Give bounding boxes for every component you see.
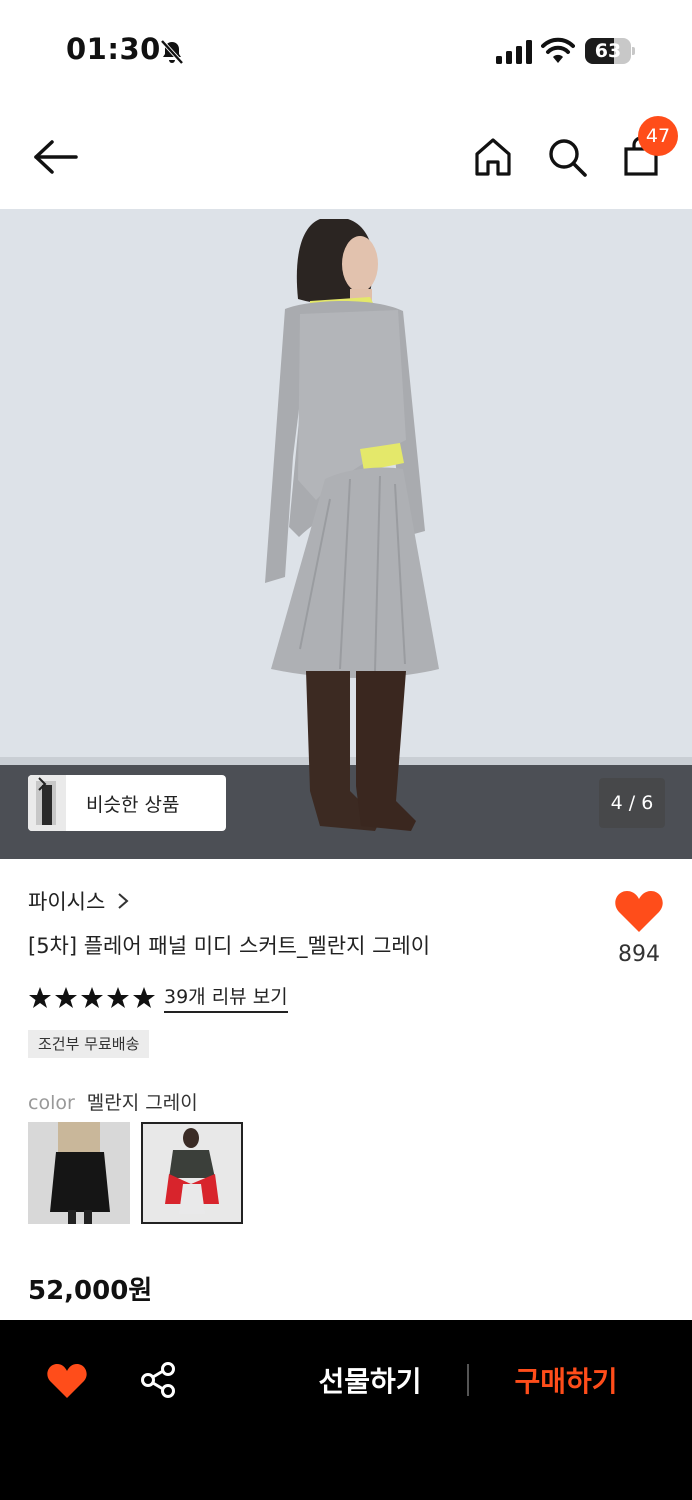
similar-products-label: 비슷한 상품 <box>86 793 180 816</box>
brand-link[interactable]: 파이시스 <box>28 886 129 916</box>
view-reviews-link[interactable]: 39개 리뷰 보기 <box>164 982 288 1013</box>
image-page-counter: 4 / 6 <box>599 778 665 828</box>
top-nav: 47 <box>0 110 692 208</box>
price: 52,000원 <box>28 1276 153 1306</box>
star-icon <box>81 986 103 1008</box>
star-icon <box>107 986 129 1008</box>
color-swatch-black[interactable] <box>28 1122 130 1224</box>
product-title: [5차] 플레어 패널 미디 스커트_멜란지 그레이 <box>28 934 431 958</box>
rating-row: 39개 리뷰 보기 <box>28 982 288 1013</box>
star-icon <box>29 986 51 1008</box>
color-label: color <box>28 1092 75 1114</box>
battery-percent: 63 <box>594 40 622 62</box>
search-icon[interactable] <box>546 136 588 178</box>
divider <box>467 1364 469 1396</box>
heart-icon[interactable] <box>614 890 664 934</box>
brand-name: 파이시스 <box>28 890 106 914</box>
color-value: 멜란지 그레이 <box>86 1092 198 1114</box>
signal-icon <box>496 40 532 64</box>
back-arrow-icon[interactable] <box>30 134 82 180</box>
buy-button[interactable]: 구매하기 <box>476 1360 656 1400</box>
product-image-carousel[interactable]: 비슷한 상품 4 / 6 <box>0 209 692 859</box>
bottom-action-bar: 선물하기 구매하기 <box>0 1320 692 1500</box>
gift-button[interactable]: 선물하기 <box>280 1360 460 1400</box>
chevron-right-icon <box>38 777 47 791</box>
color-swatch-melange-grey[interactable] <box>141 1122 243 1224</box>
like-count: 894 <box>618 942 660 967</box>
heart-icon[interactable] <box>46 1363 88 1399</box>
home-icon[interactable] <box>472 136 514 178</box>
shipping-badge: 조건부 무료배송 <box>28 1030 150 1058</box>
bell-off-icon <box>160 39 184 65</box>
star-icon <box>133 986 155 1008</box>
chevron-right-icon <box>118 893 129 909</box>
product-photo <box>0 209 692 859</box>
star-rating <box>28 986 156 1010</box>
wifi-icon <box>541 37 575 63</box>
star-icon <box>55 986 77 1008</box>
color-row: color 멜란지 그레이 <box>28 1088 198 1115</box>
status-time: 01:30 <box>66 32 161 66</box>
share-icon[interactable] <box>138 1360 178 1400</box>
cart-count-badge: 47 <box>638 116 678 156</box>
status-bar: 01:30 63 <box>0 0 692 100</box>
similar-products-button[interactable]: 비슷한 상품 <box>28 775 226 831</box>
battery-icon: 63 <box>585 38 635 64</box>
